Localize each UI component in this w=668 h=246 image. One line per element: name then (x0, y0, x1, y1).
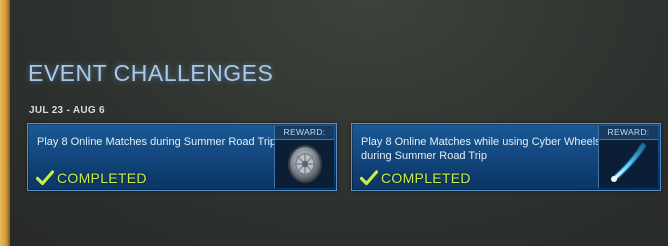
challenge-status: COMPLETED (36, 170, 147, 186)
date-range: JUL 23 - AUG 6 (29, 105, 105, 116)
challenge-card[interactable]: Play 8 Online Matches while using Cyber … (351, 123, 661, 191)
reward-panel: REWARD: (598, 126, 658, 188)
reward-panel: REWARD: (274, 126, 334, 188)
challenge-description: Play 8 Online Matches while using Cyber … (361, 136, 601, 162)
status-label: COMPLETED (57, 170, 147, 186)
left-edge-panel (0, 0, 10, 246)
challenge-card[interactable]: Play 8 Online Matches during Summer Road… (27, 123, 337, 191)
checkmark-icon (360, 170, 378, 186)
checkmark-icon (36, 170, 54, 186)
challenge-description: Play 8 Online Matches during Summer Road… (37, 136, 277, 148)
wheel-icon (275, 140, 334, 187)
page-title: EVENT CHALLENGES (28, 60, 274, 86)
status-label: COMPLETED (381, 170, 471, 186)
reward-label: REWARD: (599, 126, 658, 140)
boost-trail-icon (599, 140, 658, 187)
challenge-status: COMPLETED (360, 170, 471, 186)
reward-label: REWARD: (275, 126, 334, 140)
